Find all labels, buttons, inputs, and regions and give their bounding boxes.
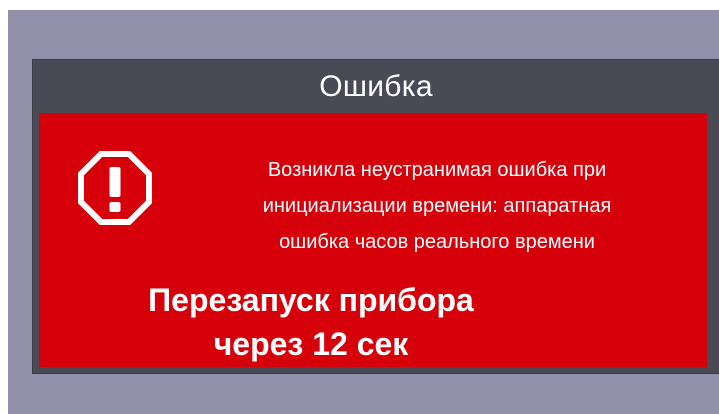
restart-countdown: Перезапуск прибора через 12 сек [39,278,583,366]
error-panel: Возникла неустранимая ошибка при инициал… [39,113,707,367]
restart-line-2: через 12 сек [213,326,409,362]
alert-octagon-icon [78,151,152,225]
dialog-title: Ошибка [319,70,433,103]
restart-line-1: Перезапуск прибора [148,282,474,318]
device-screen: Ошибка Возникла неустранимая ошибка при … [8,10,719,414]
error-message: Возникла неустранимая ошибка при инициал… [262,159,612,253]
error-dialog: Ошибка Возникла неустранимая ошибка при … [33,60,719,373]
